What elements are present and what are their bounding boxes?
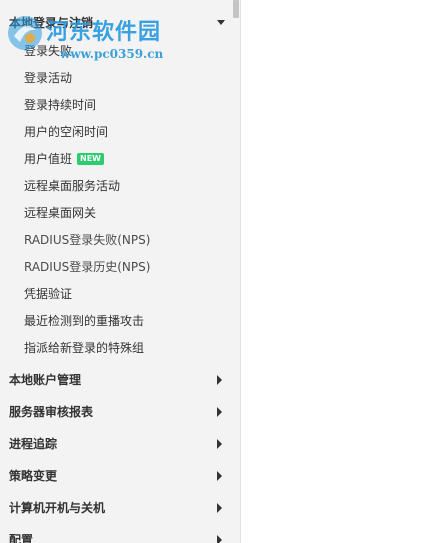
list-item-label: 登录活动 — [24, 71, 73, 85]
section-label: 计算机开机与关机 — [9, 501, 106, 515]
list-item-special-groups[interactable]: 指派给新登录的特殊组 — [0, 335, 232, 362]
list-item-label: RADIUS登录历史(NPS) — [24, 260, 151, 274]
list-item-radius-logon-history[interactable]: RADIUS登录历史(NPS) — [0, 254, 232, 281]
list-item-label: 远程桌面网关 — [24, 206, 97, 220]
list-item-label: 登录持续时间 — [24, 98, 97, 112]
list-item-rds-activity[interactable]: 远程桌面服务活动 — [0, 173, 232, 200]
list-item-label: 指派给新登录的特殊组 — [24, 341, 145, 355]
list-item-label: 用户的空闲时间 — [24, 125, 109, 139]
list-item-radius-logon-failure[interactable]: RADIUS登录失败(NPS) — [0, 227, 232, 254]
list-item-text: 用户值班 — [24, 152, 73, 166]
list-item-label: 最近检测到的重播攻击 — [24, 314, 145, 328]
section-server-audit-reports[interactable]: 服务器审核报表 — [0, 397, 240, 427]
section-policy-change[interactable]: 策略变更 — [0, 461, 240, 491]
list-item-replay-attack[interactable]: 最近检测到的重播攻击 — [0, 308, 232, 335]
chevron-right-icon — [217, 471, 222, 481]
list-item-label: 登录失败 — [24, 44, 73, 58]
section-local-logon-logoff[interactable]: 本地登录与注销 — [0, 8, 240, 38]
chevron-right-icon — [217, 439, 222, 449]
section-label: 进程追踪 — [9, 437, 58, 451]
section-label: 本地登录与注销 — [9, 16, 94, 30]
section-process-tracking[interactable]: 进程追踪 — [0, 429, 240, 459]
chevron-down-icon — [217, 20, 225, 25]
section-local-account-management[interactable]: 本地账户管理 — [0, 365, 240, 395]
section-label: 服务器审核报表 — [9, 405, 94, 419]
section-label: 策略变更 — [9, 469, 58, 483]
new-badge: NEW — [77, 152, 104, 165]
report-sidebar: 本地登录与注销 登录失败 登录活动 登录持续时间 用户的空闲时间 用户值班 NEW… — [0, 0, 241, 543]
list-item-user-idle-time[interactable]: 用户的空闲时间 — [0, 119, 232, 146]
list-item-label: RADIUS登录失败(NPS) — [24, 233, 151, 247]
section-label: 本地账户管理 — [9, 373, 82, 387]
chevron-right-icon — [217, 503, 222, 513]
section-label: 配置 — [9, 533, 34, 543]
chevron-right-icon — [217, 375, 222, 385]
list-item-logon-failure[interactable]: 登录失败 — [0, 38, 232, 65]
chevron-right-icon — [217, 535, 222, 543]
list-item-label: 远程桌面服务活动 — [24, 179, 121, 193]
chevron-right-icon — [217, 407, 222, 417]
list-item-user-on-duty[interactable]: 用户值班 NEW — [0, 146, 232, 173]
list-item-logon-duration[interactable]: 登录持续时间 — [0, 92, 232, 119]
list-item-credential-validation[interactable]: 凭据验证 — [0, 281, 232, 308]
list-item-logon-activity[interactable]: 登录活动 — [0, 65, 232, 92]
section-computer-startup-shutdown[interactable]: 计算机开机与关机 — [0, 493, 240, 523]
list-item-rd-gateway[interactable]: 远程桌面网关 — [0, 200, 232, 227]
section-configuration[interactable]: 配置 — [0, 525, 240, 543]
list-item-label: 凭据验证 — [24, 287, 73, 301]
list-item-label: 用户值班 NEW — [24, 146, 104, 173]
